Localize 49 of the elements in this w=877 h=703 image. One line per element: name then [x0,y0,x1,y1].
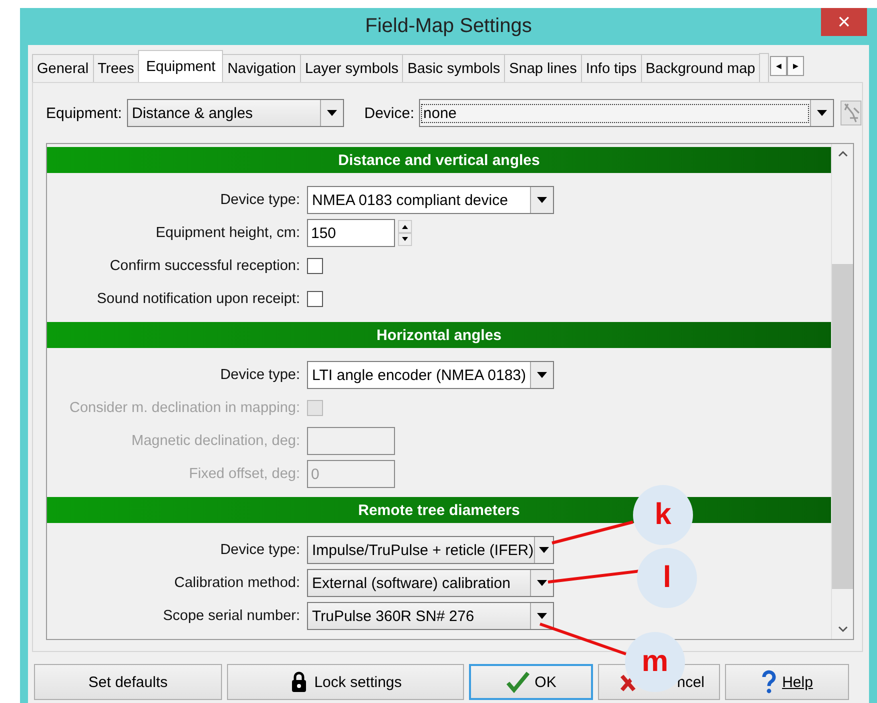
number-field[interactable]: 150 [307,219,395,247]
field-label: Device type: [219,367,301,383]
field-label: Calibration method: [173,575,301,591]
field-label: Confirm successful reception: [108,258,301,274]
scroll-down-icon[interactable] [836,625,848,633]
section-header: Horizontal angles [47,322,831,348]
checkmark-icon [506,671,530,693]
caret-icon [327,110,338,116]
checkbox[interactable] [307,258,323,274]
field-label: Scope serial number: [162,608,301,624]
help-icon [761,670,778,694]
field-label: Sound notification upon receipt: [96,291,301,307]
caret-icon [538,547,549,553]
dialog-button[interactable]: Help [725,664,849,700]
dropdown[interactable]: External (software) calibration [307,569,554,597]
caret-icon [537,197,547,203]
checkbox[interactable] [307,291,323,307]
device-dropdown[interactable]: none [419,99,834,127]
caret-icon [817,110,828,116]
dialog-button[interactable]: Set defaults [34,664,222,700]
dropdown[interactable]: LTI angle encoder (NMEA 0183) [307,361,554,389]
field-label: Device type: [219,192,301,208]
tab-scroll-button[interactable]: ► [787,56,804,76]
field-label: Magnetic declination, deg: [130,433,301,449]
dropdown[interactable]: TruPulse 360R SN# 276 [307,602,554,630]
dropdown[interactable]: NMEA 0183 compliant device [307,186,554,214]
section-header: Distance and vertical angles [47,147,831,173]
caret-icon [537,613,547,619]
cross-icon [619,672,637,692]
dialog-button[interactable]: Lock settings [227,664,464,700]
spinner-icon[interactable] [398,220,412,246]
caret-icon [537,372,547,378]
tab[interactable]: Equipment [138,50,224,82]
tab[interactable]: General [32,54,94,82]
dropdown[interactable]: Impulse/TruPulse + reticle (IFER) [307,536,554,564]
window-title: Field-Map Settings [365,15,532,38]
field-label: Device type: [219,542,301,558]
dialog-button[interactable]: OK [469,664,593,700]
field-label: Equipment height, cm: [154,225,301,241]
equipment-dropdown[interactable]: Distance & angles [126,99,344,127]
device-label: Device: [364,104,414,122]
equipment-label: Equipment: [46,104,122,122]
close-button[interactable]: × [821,8,867,36]
caret-icon [537,580,547,586]
scrollbar[interactable] [831,144,853,639]
scroll-up-icon[interactable] [836,150,848,158]
field-label: Fixed offset, deg: [188,466,301,482]
tab-scroll-button[interactable]: ◄ [770,56,788,76]
field-label: Consider m. declination in mapping: [68,400,301,416]
